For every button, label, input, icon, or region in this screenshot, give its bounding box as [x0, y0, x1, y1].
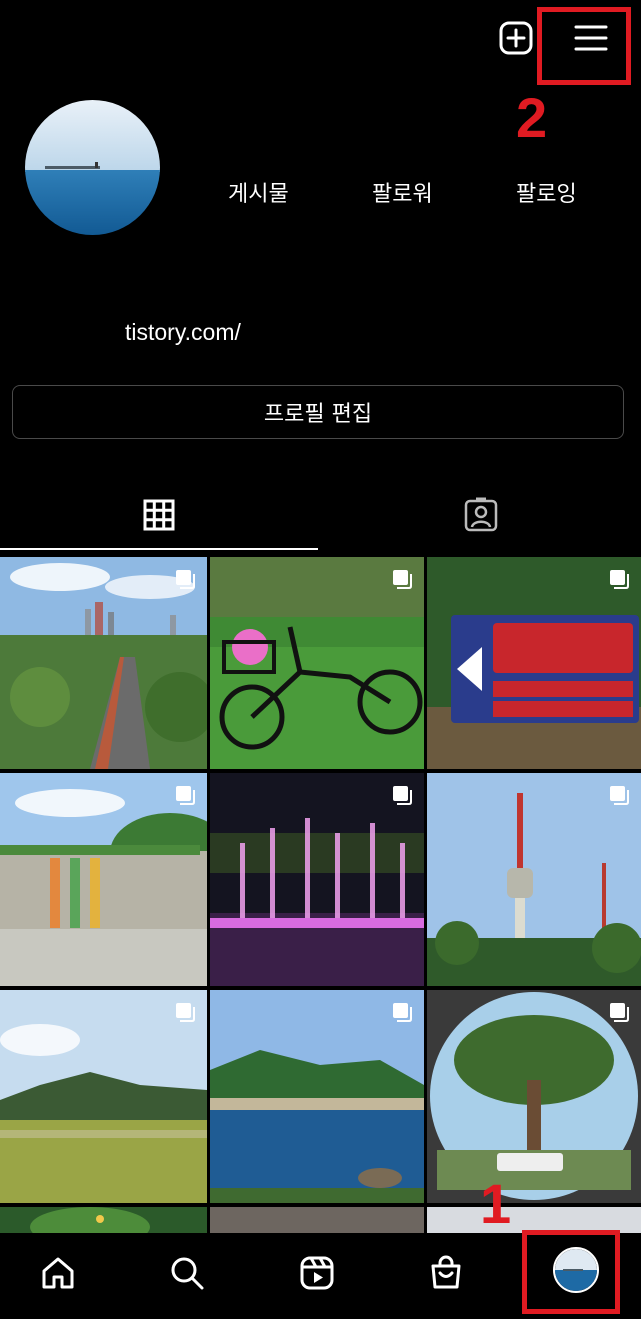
tagged-person-icon: [464, 497, 497, 532]
multiple-photos-icon: [610, 1003, 629, 1022]
tab-grid-active-indicator: [0, 548, 318, 550]
annotation-number-2: 2: [516, 86, 548, 149]
post-tile-2[interactable]: [210, 557, 424, 769]
nav-search-button[interactable]: [157, 1245, 217, 1301]
post-tile-8[interactable]: [210, 990, 424, 1203]
post-tile-9[interactable]: [427, 990, 641, 1203]
multiple-photos-icon: [176, 1003, 195, 1022]
plus-square-icon: [499, 21, 533, 55]
annotation-number-1: 1: [480, 1172, 512, 1235]
post-tile-11[interactable]: [210, 1207, 424, 1233]
search-icon: [171, 1257, 204, 1290]
multiple-photos-icon: [176, 570, 195, 589]
multiple-photos-icon: [610, 786, 629, 805]
nav-reels-button[interactable]: [287, 1245, 347, 1301]
profile-avatar-large[interactable]: [25, 100, 160, 235]
nav-shop-button[interactable]: [416, 1245, 476, 1301]
posts-count-label[interactable]: 게시물: [228, 176, 289, 208]
home-icon: [42, 1257, 74, 1289]
shop-bag-icon: [431, 1255, 461, 1289]
highlight-box-profile: [522, 1230, 620, 1314]
profile-website-link[interactable]: tistory.com/: [125, 319, 241, 346]
post-tile-7[interactable]: [0, 990, 207, 1203]
following-label[interactable]: 팔로잉: [516, 176, 577, 208]
post-tile-1[interactable]: [0, 557, 207, 769]
post-tile-4[interactable]: [0, 773, 207, 986]
multiple-photos-icon: [610, 570, 629, 589]
grid-icon: [143, 499, 175, 531]
post-tile-10[interactable]: [0, 1207, 207, 1233]
multiple-photos-icon: [393, 786, 412, 805]
highlight-box-menu: [537, 7, 631, 85]
tab-grid[interactable]: [0, 490, 318, 540]
followers-label[interactable]: 팔로워: [372, 176, 433, 208]
tab-tagged[interactable]: [320, 490, 641, 540]
multiple-photos-icon: [393, 1003, 412, 1022]
post-tile-6[interactable]: [427, 773, 641, 986]
multiple-photos-icon: [176, 786, 195, 805]
reels-icon: [300, 1256, 334, 1290]
post-tile-5[interactable]: [210, 773, 424, 986]
edit-profile-button[interactable]: 프로필 편집: [12, 385, 624, 439]
new-post-button[interactable]: [496, 18, 536, 58]
multiple-photos-icon: [393, 570, 412, 589]
nav-home-button[interactable]: [28, 1245, 88, 1301]
post-tile-3[interactable]: [427, 557, 641, 769]
